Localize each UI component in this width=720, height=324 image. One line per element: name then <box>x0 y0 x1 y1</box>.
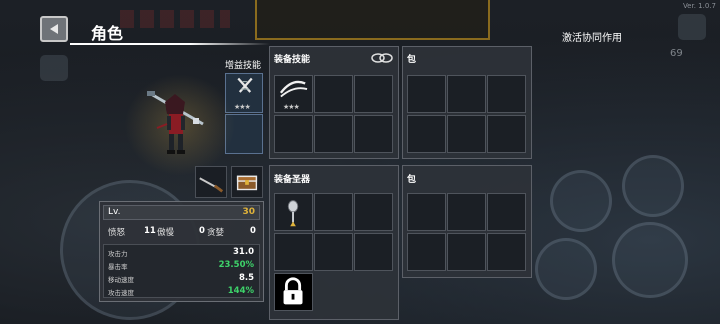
level-value: 30 <box>242 207 255 217</box>
version-label: Ver. 1.0.7 <box>682 2 716 10</box>
sin-pride-value: 0 <box>199 226 205 236</box>
relic-slot-5[interactable] <box>314 233 353 271</box>
link-chain-icon[interactable] <box>370 52 394 64</box>
relic-bag-slot-5[interactable] <box>447 233 486 271</box>
attribute-row: 攻击速度 144% <box>108 286 256 299</box>
attribute-row: 攻击力 31.0 <box>108 247 256 260</box>
hero-sprite <box>147 91 204 154</box>
attribute-value: 23.50% <box>218 260 254 270</box>
skill-slot-1[interactable]: ★★★ <box>274 75 313 113</box>
back-arrow-icon <box>50 24 58 34</box>
skill-button <box>622 155 684 217</box>
attribute-row: 移动速度 8.5 <box>108 273 256 286</box>
pause-button-bg <box>678 14 706 40</box>
sin-pride-label: 傲慢 <box>157 228 175 238</box>
relic-bag-slot-4[interactable] <box>407 233 446 271</box>
skill-bag-slot-3[interactable] <box>487 75 526 113</box>
sin-wrath-value: 11 <box>144 226 156 236</box>
skill-slot-2[interactable] <box>314 75 353 113</box>
mirror-relic-icon <box>287 200 299 227</box>
attribute-label: 攻击力 <box>108 250 128 258</box>
relic-slot-6[interactable] <box>354 233 393 271</box>
weapon-slot-chest[interactable] <box>231 166 263 198</box>
skills-bag-panel: 包 <box>402 46 532 159</box>
relic-bag-slot-1[interactable] <box>407 193 446 231</box>
equipped-relics-panel: 装备圣器 <box>269 165 399 320</box>
page-title: 角色 <box>91 24 124 43</box>
attribute-value: 144% <box>227 286 254 296</box>
skills-bag-label: 包 <box>407 55 417 65</box>
relic-slot-1[interactable] <box>274 193 313 231</box>
skill-bag-slot-4[interactable] <box>407 115 446 153</box>
skill-slot-4[interactable] <box>274 115 313 153</box>
background-hearts <box>120 10 230 28</box>
relics-bag-panel: 包 <box>402 165 532 278</box>
attribute-value: 31.0 <box>233 247 254 257</box>
lock-icon <box>283 277 303 305</box>
background-hud-frame <box>255 0 490 40</box>
relic-bag-slot-6[interactable] <box>487 233 526 271</box>
sin-greed-value: 0 <box>250 226 256 236</box>
synergy-button[interactable]: 激活协同作用 <box>562 29 622 44</box>
attribute-row: 暴击率 23.50% <box>108 260 256 273</box>
sin-greed-label: 贪婪 <box>207 228 225 238</box>
relic-slot-locked <box>274 273 313 311</box>
equipped-skills-label: 装备技能 <box>274 55 311 65</box>
skill-slot-1-stars: ★★★ <box>283 103 300 111</box>
skill-bag-slot-6[interactable] <box>487 115 526 153</box>
level-label: Lv. <box>108 207 121 217</box>
back-button[interactable] <box>40 16 68 42</box>
treasure-chest-icon <box>236 175 258 191</box>
title-underline <box>70 43 270 45</box>
attribute-label: 攻击速度 <box>108 289 134 297</box>
equipped-skills-panel: 装备技能 ★★★ <box>269 46 399 159</box>
relic-slot-3[interactable] <box>354 193 393 231</box>
relics-bag-label: 包 <box>407 175 417 185</box>
skill-slot-5[interactable] <box>314 115 353 153</box>
skill-bag-slot-5[interactable] <box>447 115 486 153</box>
equipped-relics-label: 装备圣器 <box>274 175 311 185</box>
attribute-label: 移动速度 <box>108 276 134 284</box>
skill-slot-3[interactable] <box>354 75 393 113</box>
skill-bag-slot-2[interactable] <box>447 75 486 113</box>
weapon-slot-sword[interactable] <box>195 166 227 198</box>
attack-button <box>612 222 688 298</box>
coin-counter: 69 <box>670 48 683 59</box>
skill-bag-slot-1[interactable] <box>407 75 446 113</box>
level-row: Lv. 30 <box>103 205 260 220</box>
attribute-list: 攻击力 31.0 暴击率 23.50% 移动速度 8.5 攻击速度 144% <box>103 244 260 298</box>
dash-button <box>550 170 612 232</box>
attribute-value: 8.5 <box>238 273 254 283</box>
menu-button-bg <box>40 55 68 81</box>
sword-icon <box>199 177 224 193</box>
skill-slot-6[interactable] <box>354 115 393 153</box>
slash-skill-icon <box>279 80 308 98</box>
jump-button <box>535 238 597 300</box>
relic-slot-4[interactable] <box>274 233 313 271</box>
relic-slot-2[interactable] <box>314 193 353 231</box>
sin-wrath-label: 愤怒 <box>108 228 126 238</box>
attribute-label: 暴击率 <box>108 263 128 271</box>
relic-bag-slot-3[interactable] <box>487 193 526 231</box>
relic-bag-slot-2[interactable] <box>447 193 486 231</box>
stats-panel: Lv. 30 愤怒 11 傲慢 0 贪婪 0 攻击力 31.0 暴击率 23.5… <box>99 201 264 302</box>
